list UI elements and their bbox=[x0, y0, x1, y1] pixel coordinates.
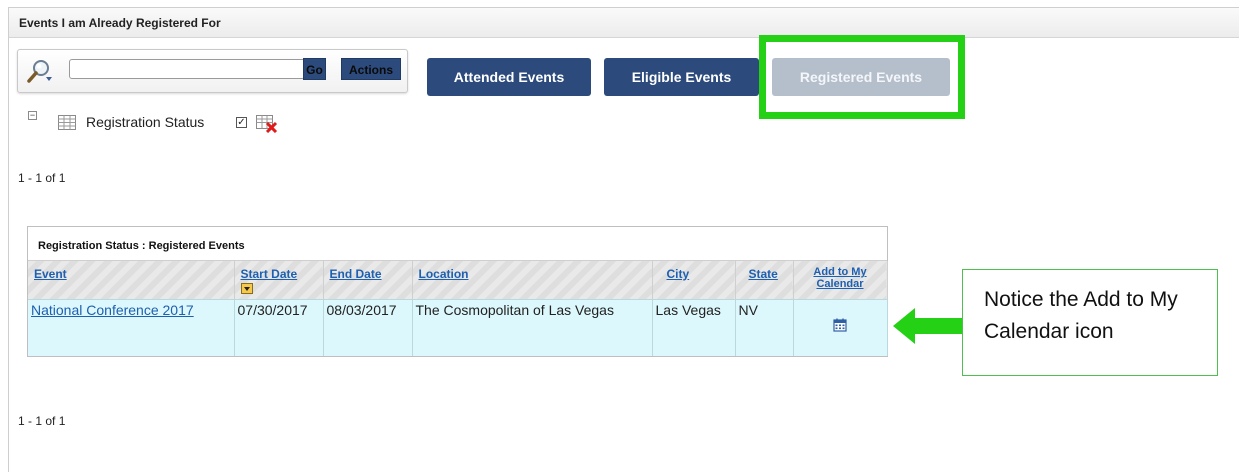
state-cell: NV bbox=[735, 298, 794, 356]
filter-checkbox[interactable]: ✓ bbox=[236, 117, 247, 128]
eligible-events-button[interactable]: Eligible Events bbox=[604, 58, 759, 96]
event-cell[interactable]: National Conference 2017 bbox=[28, 298, 235, 356]
collapse-icon[interactable]: − bbox=[28, 111, 37, 120]
clear-filter-icon[interactable] bbox=[256, 115, 278, 133]
column-header-city[interactable]: City bbox=[652, 261, 736, 299]
pager-top: 1 - 1 of 1 bbox=[18, 171, 66, 185]
results-table: Registration Status : Registered Events … bbox=[27, 226, 888, 357]
column-header-event[interactable]: Event bbox=[28, 261, 235, 299]
calendar-icon[interactable] bbox=[833, 318, 847, 332]
location-cell: The Cosmopolitan of Las Vegas bbox=[412, 298, 653, 356]
attended-events-button[interactable]: Attended Events bbox=[427, 58, 591, 96]
grid-icon bbox=[58, 115, 76, 130]
search-icon[interactable] bbox=[26, 58, 52, 84]
highlight-box bbox=[759, 35, 965, 119]
search-input[interactable] bbox=[69, 59, 305, 79]
go-button[interactable]: Go bbox=[303, 58, 326, 80]
column-header-add-to-calendar[interactable]: Add to My Calendar bbox=[793, 261, 888, 299]
callout-note: Notice the Add to My Calendar icon bbox=[962, 269, 1218, 376]
table-caption: Registration Status : Registered Events bbox=[28, 227, 887, 261]
actions-button[interactable]: Actions bbox=[341, 58, 401, 80]
start-date-cell: 07/30/2017 bbox=[234, 298, 324, 356]
table-row: National Conference 2017 07/30/2017 08/0… bbox=[28, 298, 888, 356]
panel-title: Events I am Already Registered For bbox=[9, 8, 1239, 38]
city-cell: Las Vegas bbox=[652, 298, 736, 356]
column-header-start-date[interactable]: Start Date bbox=[234, 261, 324, 299]
column-header-location[interactable]: Location bbox=[412, 261, 653, 299]
column-header-end-date[interactable]: End Date bbox=[323, 261, 413, 299]
sort-icon[interactable] bbox=[240, 283, 253, 295]
callout-arrow bbox=[893, 308, 963, 344]
end-date-cell: 08/03/2017 bbox=[323, 298, 413, 356]
add-to-calendar-cell bbox=[793, 298, 888, 356]
pager-bottom: 1 - 1 of 1 bbox=[18, 414, 66, 428]
search-toolbar: Go Actions bbox=[17, 49, 408, 93]
event-link[interactable]: National Conference 2017 bbox=[31, 302, 194, 318]
filter-label: Registration Status bbox=[86, 114, 205, 130]
column-header-state[interactable]: State bbox=[735, 261, 794, 299]
